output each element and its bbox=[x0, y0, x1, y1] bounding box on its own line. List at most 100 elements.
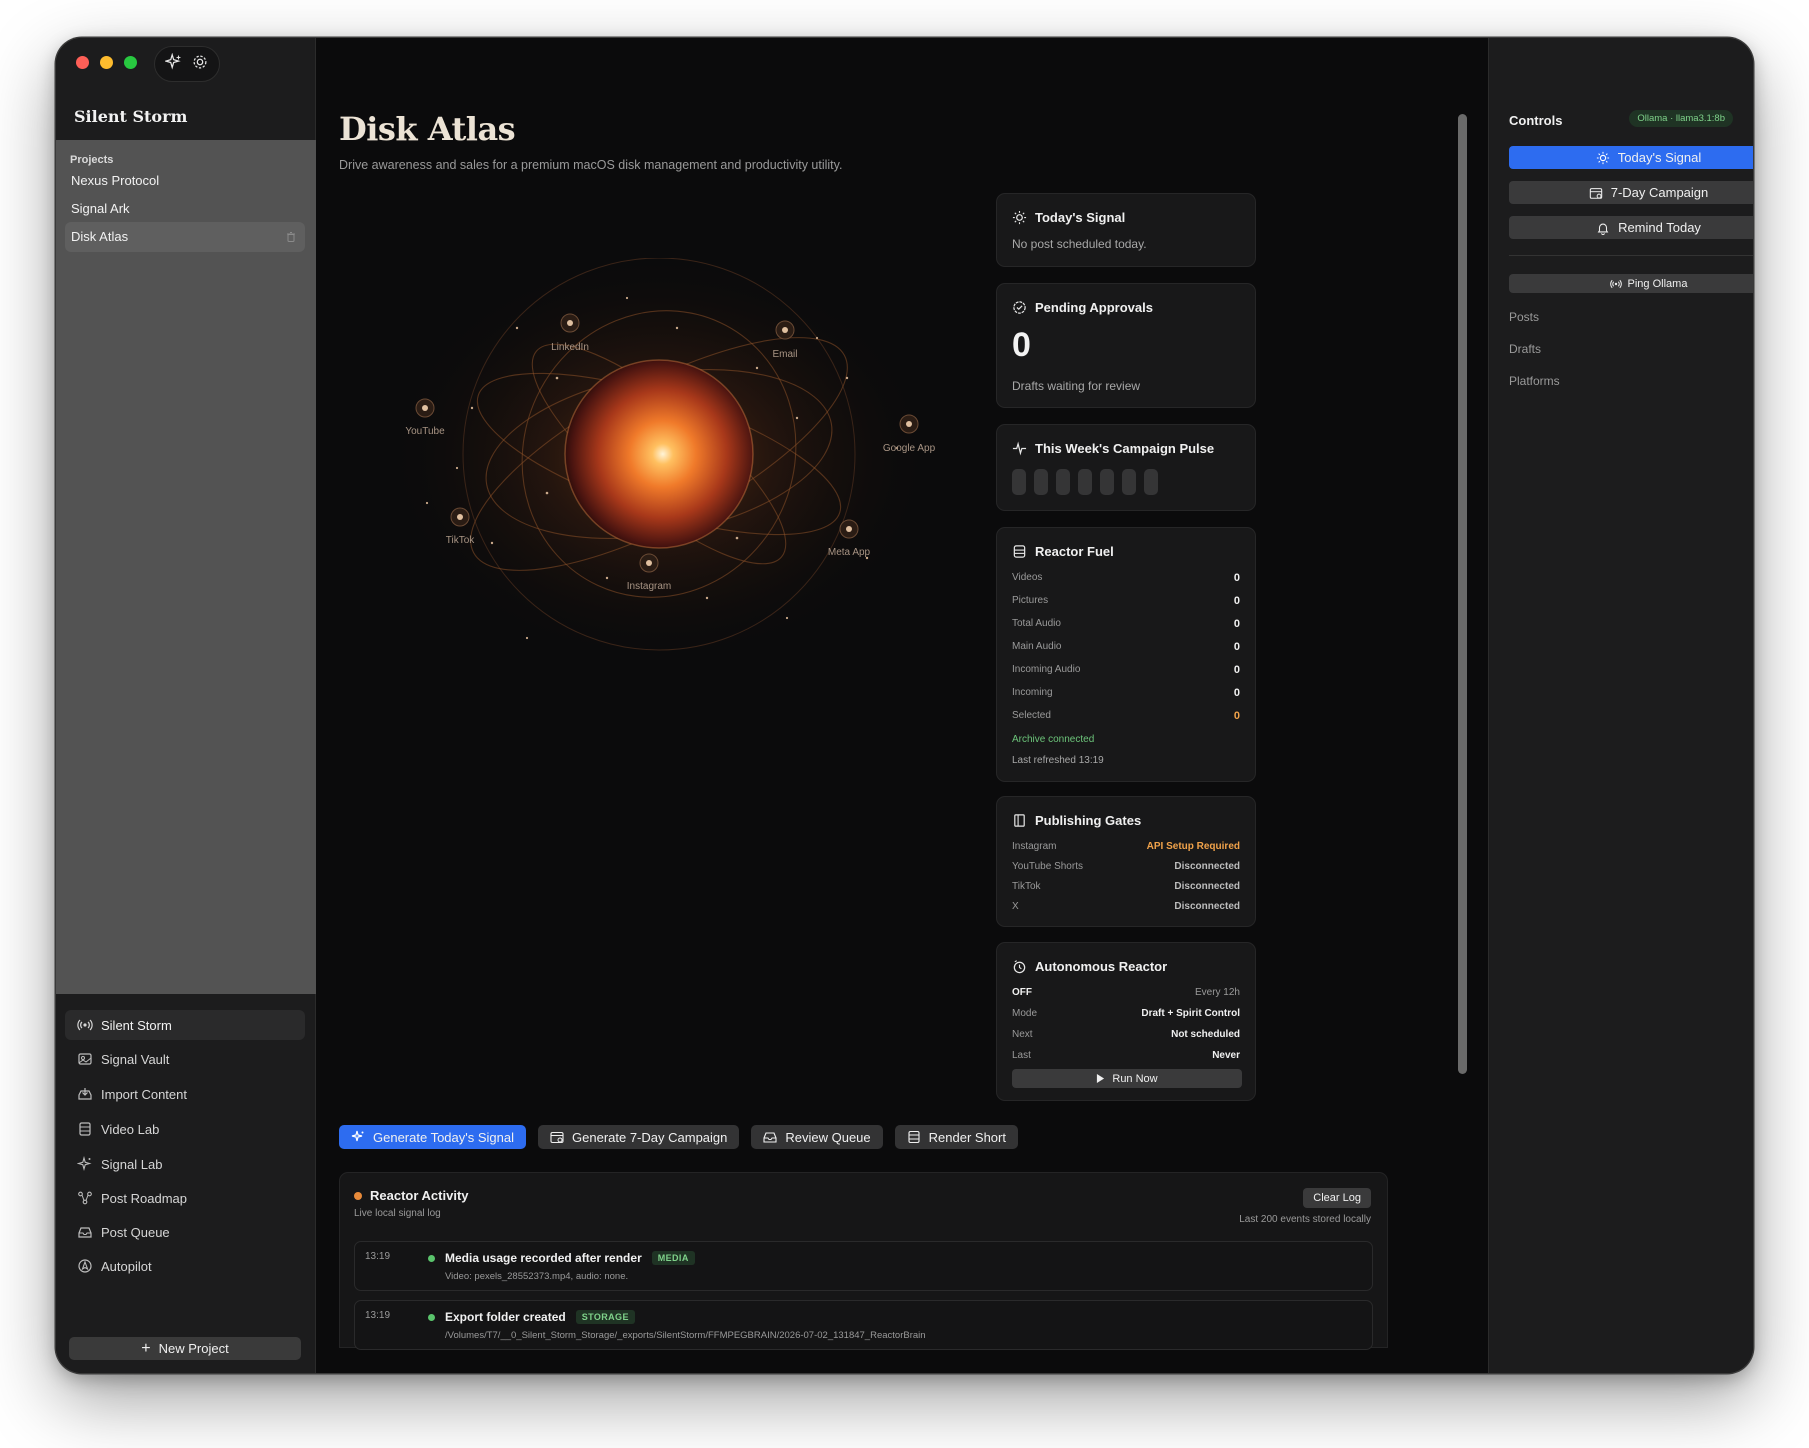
nav-label: Import Content bbox=[101, 1086, 187, 1102]
card-header: Autonomous Reactor bbox=[1012, 959, 1167, 974]
clear-log-button[interactable]: Clear Log bbox=[1303, 1188, 1371, 1208]
import-icon bbox=[78, 1088, 92, 1100]
button-label: 7-Day Campaign bbox=[1610, 185, 1709, 200]
signal-status: No post scheduled today. bbox=[1012, 237, 1147, 251]
sparkle-icon bbox=[77, 1156, 92, 1172]
gate-row-x: X Disconnected bbox=[1012, 901, 1240, 912]
fuel-value: 0 bbox=[1233, 664, 1240, 676]
remind-today-button[interactable]: Remind Today bbox=[1509, 216, 1753, 239]
generate-campaign-button[interactable]: Generate 7-Day Campaign bbox=[538, 1125, 740, 1149]
gate-row-youtube-shorts: YouTube Shorts Disconnected bbox=[1012, 861, 1240, 872]
toolbar-pill bbox=[154, 46, 220, 82]
run-now-label: Run Now bbox=[1112, 1072, 1158, 1085]
button-label: Render Short bbox=[928, 1129, 1006, 1145]
fuel-row: Videos 0 bbox=[1012, 572, 1240, 584]
reactor-interval: Every 12h bbox=[1194, 987, 1240, 998]
project-item-signal-ark[interactable]: Signal Ark bbox=[65, 194, 305, 224]
nav-item-autopilot[interactable]: Autopilot bbox=[65, 1251, 305, 1281]
projects-panel: Projects Nexus Protocol Signal Ark Disk … bbox=[56, 140, 316, 994]
node-label: YouTube bbox=[405, 426, 445, 437]
card-title: Autonomous Reactor bbox=[1035, 959, 1168, 974]
pulse-day-bar bbox=[1034, 469, 1048, 495]
gear-icon[interactable] bbox=[191, 53, 209, 76]
reactor-row: Mode Draft + Spirit Control bbox=[1012, 1008, 1240, 1019]
gate-status: API Setup Required bbox=[1146, 841, 1240, 852]
new-project-button[interactable]: + New Project bbox=[69, 1337, 301, 1360]
timer-icon bbox=[1013, 960, 1026, 974]
trash-icon[interactable] bbox=[285, 231, 297, 243]
gate-label: X bbox=[1012, 901, 1019, 912]
project-label: Disk Atlas bbox=[71, 229, 129, 244]
node-label: Meta App bbox=[828, 547, 871, 558]
generate-signal-button[interactable]: Generate Today's Signal bbox=[339, 1125, 527, 1149]
pending-approvals-card[interactable]: Pending Approvals 0 Drafts waiting for r… bbox=[996, 283, 1256, 408]
fuel-label: Total Audio bbox=[1012, 618, 1061, 629]
log-event: 13:19 Media usage recorded after render … bbox=[354, 1241, 1373, 1291]
plus-icon: + bbox=[141, 1339, 151, 1357]
approvals-count: 0 bbox=[1012, 326, 1031, 364]
reactor-value: Never bbox=[1212, 1050, 1240, 1061]
gate-label: YouTube Shorts bbox=[1012, 861, 1083, 872]
sun-icon bbox=[1012, 210, 1027, 225]
fuel-label: Selected bbox=[1012, 710, 1051, 721]
stat-posts: Posts0 bbox=[1509, 310, 1753, 324]
nav-item-signal-vault[interactable]: Signal Vault bbox=[65, 1044, 305, 1074]
gate-icon bbox=[1014, 814, 1025, 827]
project-item-nexus-protocol[interactable]: Nexus Protocol bbox=[65, 166, 305, 196]
main-scrollbar[interactable] bbox=[1458, 114, 1467, 1074]
broadcast-icon bbox=[1609, 279, 1622, 288]
status-dot-icon bbox=[354, 1191, 362, 1200]
queue-icon bbox=[78, 1227, 92, 1238]
pulse-day-bar bbox=[1144, 469, 1158, 495]
reactor-label: Next bbox=[1012, 1029, 1033, 1040]
card-header: Reactor Fuel bbox=[1012, 544, 1114, 559]
nav-item-signal-lab[interactable]: Signal Lab bbox=[65, 1149, 305, 1179]
sparkle-icon bbox=[351, 1130, 364, 1142]
event-title: Media usage recorded after render bbox=[445, 1251, 642, 1265]
card-header: This Week's Campaign Pulse bbox=[1012, 441, 1214, 456]
fuel-value: 0 bbox=[1233, 618, 1240, 630]
event-time: 13:19 bbox=[365, 1310, 391, 1321]
approvals-caption: Drafts waiting for review bbox=[1012, 379, 1141, 393]
project-item-disk-atlas[interactable]: Disk Atlas bbox=[65, 222, 305, 252]
reactor-value: Draft + Spirit Control bbox=[1141, 1008, 1240, 1019]
zoom-window-button[interactable] bbox=[124, 56, 137, 69]
log-title: Reactor Activity bbox=[370, 1188, 469, 1203]
todays-signal-card: Today's Signal No post scheduled today. bbox=[996, 193, 1256, 267]
nav-label: Post Roadmap bbox=[101, 1190, 187, 1206]
fuel-value: 0 bbox=[1233, 595, 1240, 607]
node-label: LinkedIn bbox=[551, 342, 589, 353]
ping-ollama-button[interactable]: Ping Ollama bbox=[1509, 274, 1753, 293]
nav-item-video-lab[interactable]: Video Lab bbox=[65, 1114, 305, 1144]
projects-heading: Projects bbox=[70, 154, 114, 166]
broadcast-icon bbox=[77, 1019, 93, 1031]
project-label: Signal Ark bbox=[71, 201, 130, 216]
minimize-window-button[interactable] bbox=[100, 56, 113, 69]
todays-signal-button[interactable]: Today's Signal bbox=[1509, 146, 1753, 169]
nav-item-silent-storm[interactable]: Silent Storm bbox=[65, 1010, 305, 1040]
fuel-row: Selected 0 bbox=[1012, 710, 1240, 722]
nav-item-post-queue[interactable]: Post Queue bbox=[65, 1217, 305, 1247]
sparkle-icon[interactable] bbox=[163, 52, 183, 76]
stat-label: Drafts bbox=[1509, 342, 1542, 356]
app-title: Silent Storm bbox=[74, 107, 188, 126]
app-window: Silent Storm Projects Nexus Protocol Sig… bbox=[56, 38, 1753, 1373]
close-window-button[interactable] bbox=[76, 56, 89, 69]
gate-label: Instagram bbox=[1012, 841, 1057, 852]
seven-day-campaign-button[interactable]: 7-Day Campaign bbox=[1509, 181, 1753, 204]
render-short-button[interactable]: Render Short bbox=[894, 1125, 1018, 1149]
reactor-state[interactable]: OFF bbox=[1012, 987, 1032, 998]
gate-status: Disconnected bbox=[1174, 901, 1240, 912]
review-queue-button[interactable]: Review Queue bbox=[751, 1125, 883, 1149]
fuel-row: Pictures 0 bbox=[1012, 595, 1240, 607]
pulse-day-bar bbox=[1122, 469, 1136, 495]
divider bbox=[1509, 255, 1753, 256]
button-label: Remind Today bbox=[1618, 220, 1701, 235]
nav-item-import-content[interactable]: Import Content bbox=[65, 1079, 305, 1109]
action-bar: Generate Today's Signal Generate 7-Day C… bbox=[339, 1125, 1018, 1149]
reactor-value: Not scheduled bbox=[1171, 1029, 1240, 1040]
node-label: Email bbox=[772, 349, 797, 360]
run-now-button[interactable]: Run Now bbox=[1012, 1069, 1242, 1088]
nav-item-post-roadmap[interactable]: Post Roadmap bbox=[65, 1183, 305, 1213]
stat-drafts: Drafts0 bbox=[1509, 342, 1753, 356]
